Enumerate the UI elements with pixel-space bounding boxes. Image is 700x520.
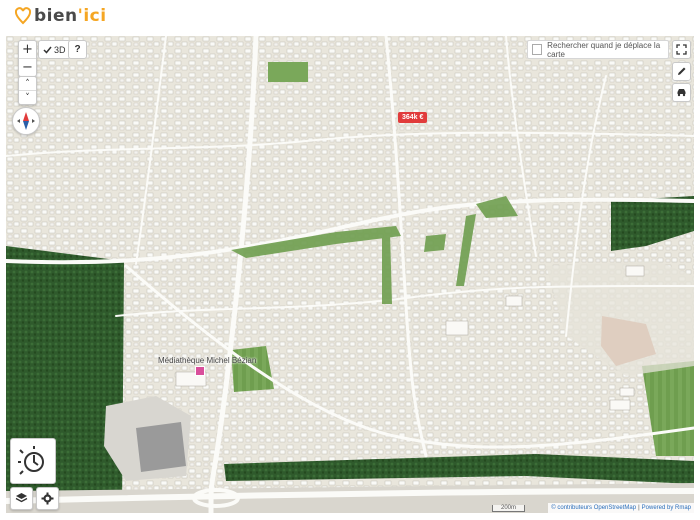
price-marker[interactable]: 364k € [398,112,428,123]
fullscreen-icon [676,44,687,55]
settings-button[interactable] [36,487,59,510]
poi-label-mediatheque: Médiathèque Michel Bézian [158,356,257,365]
zoom-controls: + − [18,40,37,77]
logo-text-a: bien [34,6,78,26]
powered-by-link[interactable]: Powered by Rmap [642,505,691,511]
map-scale: 200m [492,505,526,512]
tilt-up-button[interactable]: ˄ [19,77,36,90]
logo-wordmark: bien'ici [34,6,107,26]
poi-marker-icon[interactable] [195,366,205,376]
sun-moon-clock-icon [18,446,44,475]
gear-icon [41,492,54,505]
map-attribution: © contributeurs OpenStreetMap | Powered … [548,503,694,513]
app-header: bien'ici [0,0,700,34]
zoom-in-button[interactable]: + [19,41,36,58]
zoom-out-button[interactable]: − [19,58,36,76]
fullscreen-button[interactable] [672,40,691,59]
help-button[interactable]: ? [68,40,87,59]
search-on-move-checkbox[interactable] [532,44,543,55]
bienici-logo[interactable]: bien'ici [15,6,107,26]
map-canvas[interactable] [6,36,694,513]
pencil-icon [678,67,686,75]
checkmark-icon [43,46,52,54]
time-of-day-button[interactable] [10,438,56,484]
tilt-down-button[interactable]: ˅ [19,90,36,104]
compass-control[interactable] [12,107,40,135]
commute-time-button[interactable] [672,83,691,102]
draw-area-button[interactable] [672,62,691,81]
heart-pin-icon [15,7,31,25]
car-icon [677,89,686,97]
search-on-move-label: Rechercher quand je déplace la carte [547,40,661,59]
layers-icon [15,493,28,503]
tilt-controls: ˄ ˅ [18,76,37,105]
compass-icon [17,112,35,130]
toggle-3d-label: 3D [54,44,66,55]
toggle-3d-button[interactable]: 3D [38,40,71,59]
layers-button[interactable] [10,487,33,510]
logo-text-b: 'ici [77,6,107,26]
search-on-move-toggle[interactable]: Rechercher quand je déplace la carte [527,40,669,59]
map-view[interactable]: + − ˄ ˅ 3D ? Rechercher quand je déplace… [6,36,694,513]
osm-attribution-link[interactable]: © contributeurs OpenStreetMap [551,505,636,511]
attribution-separator: | [638,505,640,511]
